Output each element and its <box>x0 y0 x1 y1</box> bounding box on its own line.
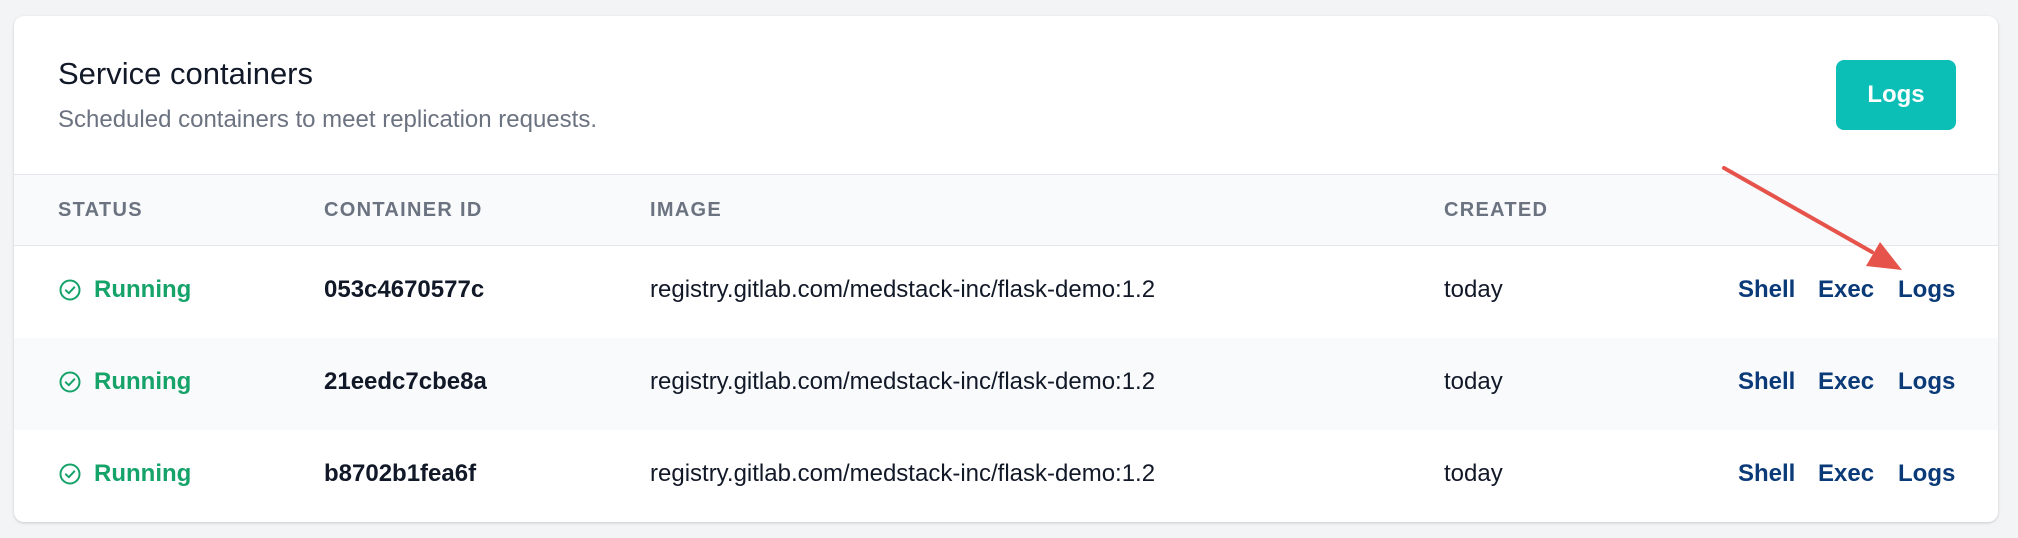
card-header: Service containers Scheduled containers … <box>14 16 1998 175</box>
logs-link[interactable]: Logs <box>1898 368 1955 396</box>
logs-button[interactable]: Logs <box>1836 60 1956 130</box>
container-id: 053c4670577c <box>324 276 485 303</box>
shell-link[interactable]: Shell <box>1738 368 1795 396</box>
status-text: Running <box>94 368 192 395</box>
container-id: 21eedc7cbe8a <box>324 368 487 395</box>
status-text: Running <box>94 460 192 487</box>
table-row: Running 21eedc7cbe8a registry.gitlab.com… <box>14 338 1998 430</box>
status-badge: Running <box>58 460 191 488</box>
logs-link[interactable]: Logs <box>1898 460 1955 488</box>
table-row: Running b8702b1fea6f registry.gitlab.com… <box>14 430 1998 522</box>
exec-link[interactable]: Exec <box>1818 276 1874 304</box>
shell-link[interactable]: Shell <box>1738 276 1795 304</box>
status-badge: Running <box>58 276 191 304</box>
column-header-container-id: CONTAINER ID <box>324 199 483 221</box>
status-badge: Running <box>58 368 191 396</box>
service-containers-card: Service containers Scheduled containers … <box>14 16 1998 522</box>
logs-link[interactable]: Logs <box>1898 276 1955 304</box>
created-date: today <box>1444 276 1503 303</box>
check-circle-icon <box>59 463 81 485</box>
container-id: b8702b1fea6f <box>324 460 477 487</box>
created-date: today <box>1444 368 1503 395</box>
status-text: Running <box>94 276 192 303</box>
image-name: registry.gitlab.com/medstack-inc/flask-d… <box>650 276 1156 303</box>
check-circle-icon <box>59 371 81 393</box>
page-subtitle: Scheduled containers to meet replication… <box>58 106 597 133</box>
shell-link[interactable]: Shell <box>1738 460 1795 488</box>
check-circle-icon <box>59 279 81 301</box>
image-name: registry.gitlab.com/medstack-inc/flask-d… <box>650 460 1156 487</box>
column-header-image: IMAGE <box>650 199 723 221</box>
created-date: today <box>1444 460 1503 487</box>
page-title: Service containers <box>58 56 314 91</box>
table-header: STATUS CONTAINER ID IMAGE CREATED <box>14 175 1998 246</box>
exec-link[interactable]: Exec <box>1818 368 1874 396</box>
column-header-created: CREATED <box>1444 199 1549 221</box>
table-row: Running 053c4670577c registry.gitlab.com… <box>14 246 1998 338</box>
exec-link[interactable]: Exec <box>1818 460 1874 488</box>
image-name: registry.gitlab.com/medstack-inc/flask-d… <box>650 368 1156 395</box>
column-header-status: STATUS <box>58 199 143 221</box>
